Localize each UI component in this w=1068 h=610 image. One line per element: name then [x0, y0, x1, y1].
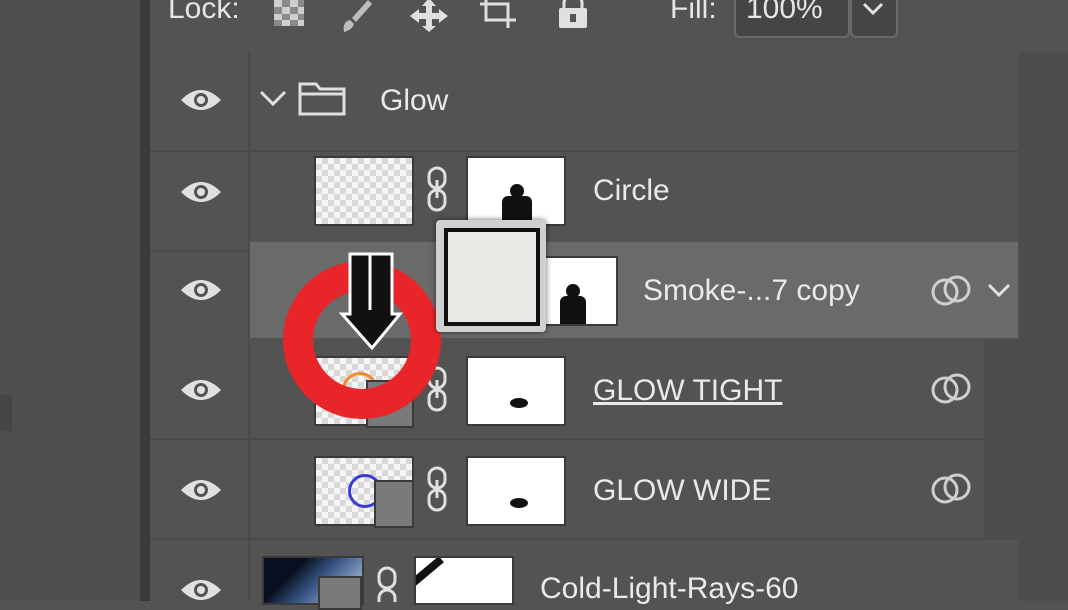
panel-divider: [140, 0, 150, 601]
layer-thumbnail[interactable]: [262, 556, 364, 610]
scroll-notch: [0, 395, 12, 431]
eye-icon[interactable]: [180, 476, 222, 504]
panel-right-gutter: [1018, 52, 1068, 601]
layer-mask-thumbnail[interactable]: [414, 556, 514, 605]
layer-thumbnail[interactable]: [314, 156, 414, 226]
layer-mask-thumbnail[interactable]: [466, 456, 566, 526]
lock-all-icon[interactable]: [555, 0, 591, 30]
eye-icon[interactable]: [180, 86, 222, 114]
lock-position-icon[interactable]: [408, 0, 450, 32]
eye-icon[interactable]: [180, 576, 222, 604]
blending-circles-icon[interactable]: [930, 274, 974, 308]
lock-image-pixels-icon[interactable]: [340, 0, 372, 32]
layer-name[interactable]: GLOW WIDE: [593, 474, 771, 508]
fill-value[interactable]: 100%: [746, 0, 823, 26]
chevron-down-icon[interactable]: [986, 282, 1012, 298]
link-icon[interactable]: [424, 466, 452, 512]
link-icon[interactable]: [374, 566, 402, 602]
blending-circles-icon[interactable]: [930, 372, 974, 406]
chevron-down-icon[interactable]: [258, 88, 288, 108]
eye-icon[interactable]: [180, 376, 222, 404]
layer-mask-thumbnail[interactable]: [466, 156, 566, 226]
layer-mask-thumbnail[interactable]: [466, 356, 566, 426]
link-icon[interactable]: [424, 166, 452, 212]
fill-label: Fill:: [670, 0, 717, 25]
layer-name[interactable]: Smoke-...7 copy: [643, 274, 860, 308]
lock-artboard-icon[interactable]: [478, 0, 522, 30]
layer-row-circle[interactable]: [150, 152, 1018, 252]
layer-name[interactable]: Glow: [380, 84, 448, 118]
drag-ghost-thumbnail: [436, 220, 546, 332]
eye-icon[interactable]: [180, 178, 222, 206]
canvas-edge-strip: [0, 0, 150, 601]
chevron-down-icon: [862, 2, 884, 16]
drag-indicator-overlay: [283, 252, 441, 419]
layer-name[interactable]: GLOW TIGHT: [593, 374, 782, 408]
blending-circles-icon[interactable]: [930, 472, 974, 506]
layer-row-glow-wide[interactable]: [150, 440, 1018, 540]
eye-icon[interactable]: [180, 276, 222, 304]
scroll-strip: [984, 340, 1018, 540]
lock-transparent-pixels-icon[interactable]: [272, 0, 308, 30]
layer-name[interactable]: Circle: [593, 174, 670, 208]
folder-icon: [298, 82, 346, 116]
fill-dropdown-button[interactable]: [850, 0, 898, 38]
layer-thumbnail[interactable]: [314, 456, 414, 528]
lock-label: Lock:: [168, 0, 240, 25]
